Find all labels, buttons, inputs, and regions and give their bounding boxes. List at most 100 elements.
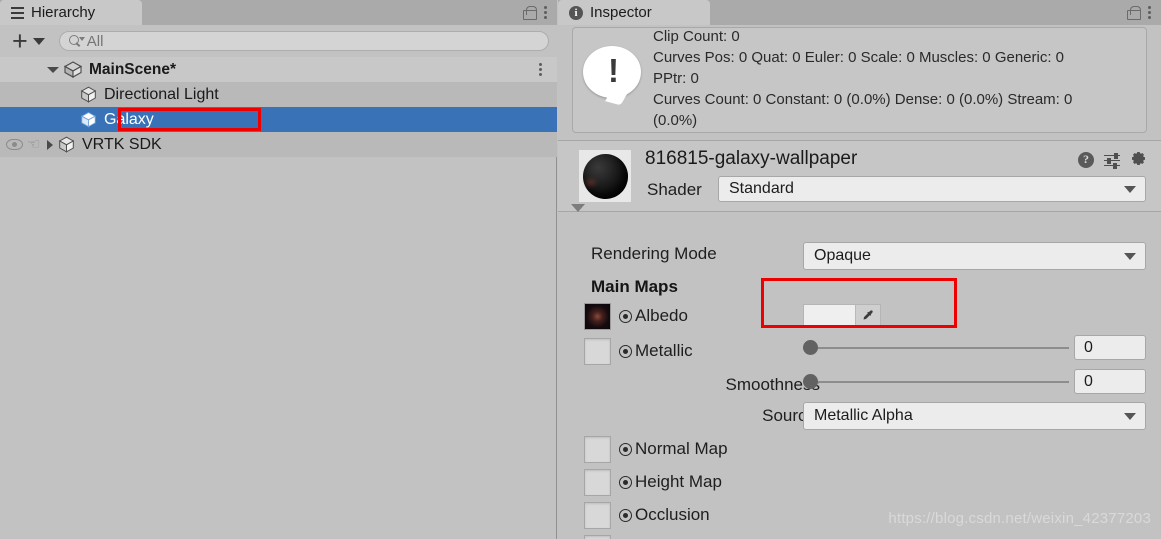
animation-info-box: ! Clip Count: 0 Curves Pos: 0 Quat: 0 Eu… [572, 27, 1147, 133]
plus-icon: + [12, 26, 28, 56]
foldout-collapsed-icon[interactable] [47, 139, 53, 150]
smoothness-slider[interactable] [803, 374, 1069, 389]
occlusion-texture-slot[interactable] [584, 502, 611, 529]
metallic-toggle-icon[interactable] [619, 345, 632, 358]
height-map-toggle-icon[interactable] [619, 476, 632, 489]
slider-handle[interactable] [803, 374, 818, 389]
info-line: (0.0%) [653, 112, 698, 129]
albedo-label: Albedo [635, 306, 688, 325]
visibility-column[interactable]: ☜ [0, 137, 47, 152]
info-line: PPtr: 0 [653, 70, 699, 87]
occlusion-toggle-icon[interactable] [619, 509, 632, 522]
chevron-down-icon [1124, 253, 1136, 260]
hierarchy-row-galaxy[interactable]: Galaxy [0, 107, 557, 132]
map-row-metallic: Metallic 0 [558, 335, 1161, 369]
info-icon: i [569, 5, 583, 20]
shader-label: Shader [647, 180, 702, 199]
create-gameobject-button[interactable]: + [8, 26, 49, 56]
info-line: Clip Count: 0 [653, 28, 740, 45]
lock-open-icon[interactable] [523, 5, 537, 20]
material-header-icons: ? [1078, 151, 1147, 169]
scene-context-menu-icon[interactable] [539, 61, 543, 77]
pointer-hand-icon[interactable]: ☜ [27, 137, 40, 152]
shader-dropdown-value: Standard [729, 180, 794, 197]
hierarchy-row-directional-light[interactable]: Directional Light [0, 82, 557, 107]
hierarchy-tab-controls [523, 0, 557, 25]
chevron-down-icon [1124, 413, 1136, 420]
highlight-box-albedo-color [761, 278, 957, 328]
hierarchy-row-vrtk-sdk[interactable]: ☜ VRTK SDK [0, 132, 557, 157]
map-row-height: Height Map [558, 466, 1161, 500]
map-row-partial [558, 532, 1161, 539]
tab-hierarchy[interactable]: Hierarchy [0, 0, 142, 25]
metallic-texture-slot[interactable] [584, 338, 611, 365]
tab-hierarchy-label: Hierarchy [31, 4, 96, 21]
help-icon[interactable]: ? [1078, 151, 1094, 168]
foldout-triangle-icon[interactable] [571, 204, 585, 212]
map-row-albedo: Albedo [558, 278, 1161, 334]
hierarchy-item-label: Directional Light [104, 85, 219, 103]
albedo-texture-slot[interactable] [584, 303, 611, 330]
search-icon [68, 35, 85, 47]
rendering-mode-dropdown[interactable]: Opaque [803, 242, 1146, 270]
lock-open-icon[interactable] [1127, 5, 1141, 20]
rendering-mode-label: Rendering Mode [591, 244, 717, 263]
eye-visibility-icon[interactable] [6, 139, 23, 150]
map-row-normal: Normal Map [558, 433, 1161, 467]
hierarchy-item-label: VRTK SDK [82, 135, 162, 153]
search-placeholder: All [86, 32, 104, 50]
unity-scene-icon [63, 61, 83, 78]
metallic-label: Metallic [635, 341, 693, 360]
tab-inspector-label: Inspector [590, 4, 652, 21]
slider-handle[interactable] [803, 340, 818, 355]
kebab-menu-icon[interactable] [544, 5, 548, 21]
material-header: 816815-galaxy-wallpaper ? Shader Standar… [558, 140, 1161, 212]
hierarchy-tree: MainScene* Directional Light Galaxy ☜ VR… [0, 57, 557, 539]
hierarchy-item-label: MainScene* [89, 60, 177, 78]
preset-icon[interactable] [1104, 152, 1120, 169]
chevron-down-icon [32, 37, 45, 45]
smoothness-value-field[interactable]: 0 [1074, 369, 1146, 394]
animation-info-text: Clip Count: 0 Curves Pos: 0 Quat: 0 Eule… [653, 28, 1073, 131]
source-dropdown[interactable]: Metallic Alpha [803, 402, 1146, 430]
gear-icon[interactable] [1130, 151, 1147, 168]
metallic-slider[interactable] [803, 340, 1069, 355]
info-line: Curves Pos: 0 Quat: 0 Euler: 0 Scale: 0 … [653, 49, 1065, 66]
chevron-down-icon [1124, 186, 1136, 193]
warning-bubble-icon: ! [583, 46, 641, 106]
prefab-icon [80, 111, 97, 128]
info-line: Curves Count: 0 Constant: 0 (0.0%) Dense… [653, 91, 1073, 108]
occlusion-label: Occlusion [635, 505, 710, 524]
height-map-texture-slot[interactable] [584, 469, 611, 496]
hierarchy-panel: Hierarchy + All MainScene* Directional L… [0, 0, 557, 539]
material-sphere-preview[interactable] [579, 150, 631, 202]
kebab-menu-icon[interactable] [1148, 5, 1152, 21]
inspector-panel: i Inspector ! Clip Count: 0 Curves Pos: … [558, 0, 1161, 539]
gameobject-cube-icon [80, 86, 97, 103]
main-maps-header: Main Maps [591, 277, 678, 296]
metallic-value-field[interactable]: 0 [1074, 335, 1146, 360]
hierarchy-list-icon [11, 6, 24, 19]
material-name-label: 816815-galaxy-wallpaper [645, 148, 858, 169]
map-row-smoothness: Smoothness 0 [558, 369, 1161, 403]
watermark-text: https://blog.csdn.net/weixin_42377203 [888, 510, 1151, 527]
normal-map-toggle-icon[interactable] [619, 443, 632, 456]
hierarchy-toolbar: + All [0, 25, 557, 57]
rendering-mode-value: Opaque [814, 247, 871, 264]
inspector-tabbar: i Inspector [558, 0, 1161, 25]
foldout-expanded-icon[interactable] [47, 66, 59, 73]
albedo-toggle-icon[interactable] [619, 310, 632, 323]
hierarchy-tabbar: Hierarchy [0, 0, 557, 25]
inspector-tab-controls [1127, 0, 1161, 25]
hierarchy-item-label: Galaxy [104, 110, 154, 128]
search-input[interactable]: All [58, 31, 549, 51]
hierarchy-row-mainscene[interactable]: MainScene* [0, 57, 557, 82]
tab-inspector[interactable]: i Inspector [558, 0, 710, 25]
gameobject-cube-icon [58, 136, 75, 153]
shader-dropdown[interactable]: Standard [718, 176, 1146, 202]
next-texture-slot[interactable] [584, 535, 611, 539]
source-dropdown-value: Metallic Alpha [814, 407, 913, 424]
normal-map-texture-slot[interactable] [584, 436, 611, 463]
unity-editor-window: Hierarchy + All MainScene* Directional L… [0, 0, 1161, 539]
height-map-label: Height Map [635, 472, 722, 491]
